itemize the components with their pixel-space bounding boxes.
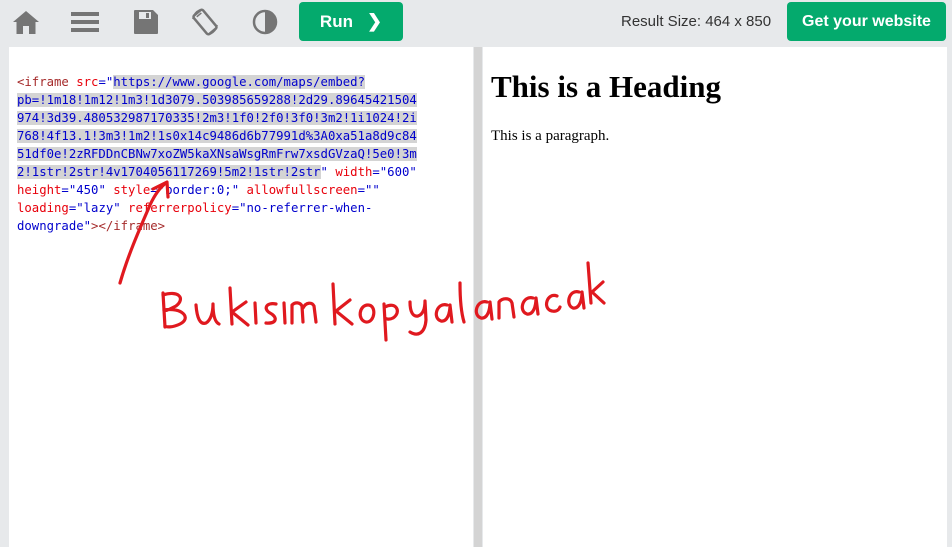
code-token: https://www.google.com/maps/embed? [113, 75, 365, 89]
code-line: pb=!1m18!1m12!1m3!1d3079.503985659288!2d… [17, 91, 467, 109]
code-line: 768!4f13.1!3m3!1m2!1s0x14c9486d6b77991d%… [17, 127, 467, 145]
result-pane: This is a Heading This is a paragraph. [483, 47, 947, 547]
code-token: downgrade" [17, 219, 92, 233]
code-token: ="" [357, 183, 380, 197]
run-label: Run [319, 11, 353, 31]
code-token: ="border:0;" [150, 183, 240, 197]
result-heading: This is a Heading [491, 69, 721, 104]
code-line: height="450" style="border:0;" allowfull… [17, 181, 467, 199]
result-paragraph: This is a paragraph. [491, 128, 610, 144]
toolbar: Run ❯ Result Size: 464 x 850 Get your we… [0, 0, 952, 45]
save-icon[interactable] [131, 7, 161, 37]
code-text[interactable]: <iframe src="https://www.google.com/maps… [17, 73, 467, 235]
result-size: Result Size: 464 x 850 [621, 13, 772, 30]
rotate-icon[interactable] [190, 7, 220, 37]
code-token: 974!3d39.480532987170335!2m3!1f0!2f0!3f0… [17, 111, 417, 125]
code-token: ="450" [61, 183, 106, 197]
code-editor[interactable]: <iframe src="https://www.google.com/maps… [9, 47, 473, 547]
code-line: <iframe src="https://www.google.com/maps… [17, 73, 467, 91]
chevron-right-icon: ❯ [366, 11, 383, 31]
code-token: allowfullscreen [239, 183, 358, 197]
code-token: width [327, 165, 373, 179]
code-token: ="600" [372, 165, 417, 179]
code-line: 51df0e!2zRFDDnCBNw7xoZW5kaXNsaWsgRmFrw7x… [17, 145, 467, 163]
code-line: downgrade"></iframe> [17, 217, 467, 235]
code-token: 768!4f13.1!3m3!1m2!1s0x14c9486d6b77991d%… [17, 129, 417, 143]
code-line: 2!1str!2str!4v1704056117269!5m2!1str!2st… [17, 163, 467, 181]
code-token: src [68, 75, 99, 89]
code-token: 2!1str!2str!4v1704056117269!5m2!1str!2st… [17, 165, 321, 179]
code-token: =" [98, 75, 114, 89]
code-token: <iframe [17, 75, 69, 89]
pane-splitter[interactable] [474, 47, 482, 547]
contrast-icon[interactable] [250, 7, 280, 37]
code-token: loading [17, 201, 69, 215]
code-line: loading="lazy" referrerpolicy="no-referr… [17, 199, 467, 217]
code-token: ="lazy" [68, 201, 121, 215]
code-token: height [17, 183, 62, 197]
code-token: 51df0e!2zRFDDnCBNw7xoZW5kaXNsaWsgRmFrw7x… [17, 147, 417, 161]
code-token: " [320, 165, 328, 179]
code-token: style [105, 183, 151, 197]
code-token: referrerpolicy [120, 201, 232, 215]
code-line: 974!3d39.480532987170335!2m3!1f0!2f0!3f0… [17, 109, 467, 127]
home-icon[interactable] [11, 7, 41, 37]
code-token: ="no-referrer-when- [231, 201, 373, 215]
run-button[interactable]: Run ❯ [299, 2, 403, 41]
code-token: pb=!1m18!1m12!1m3!1d3079.503985659288!2d… [17, 93, 417, 107]
menu-icon[interactable] [70, 7, 100, 37]
code-token: ></iframe> [91, 219, 166, 233]
get-website-button[interactable]: Get your website [787, 2, 946, 41]
